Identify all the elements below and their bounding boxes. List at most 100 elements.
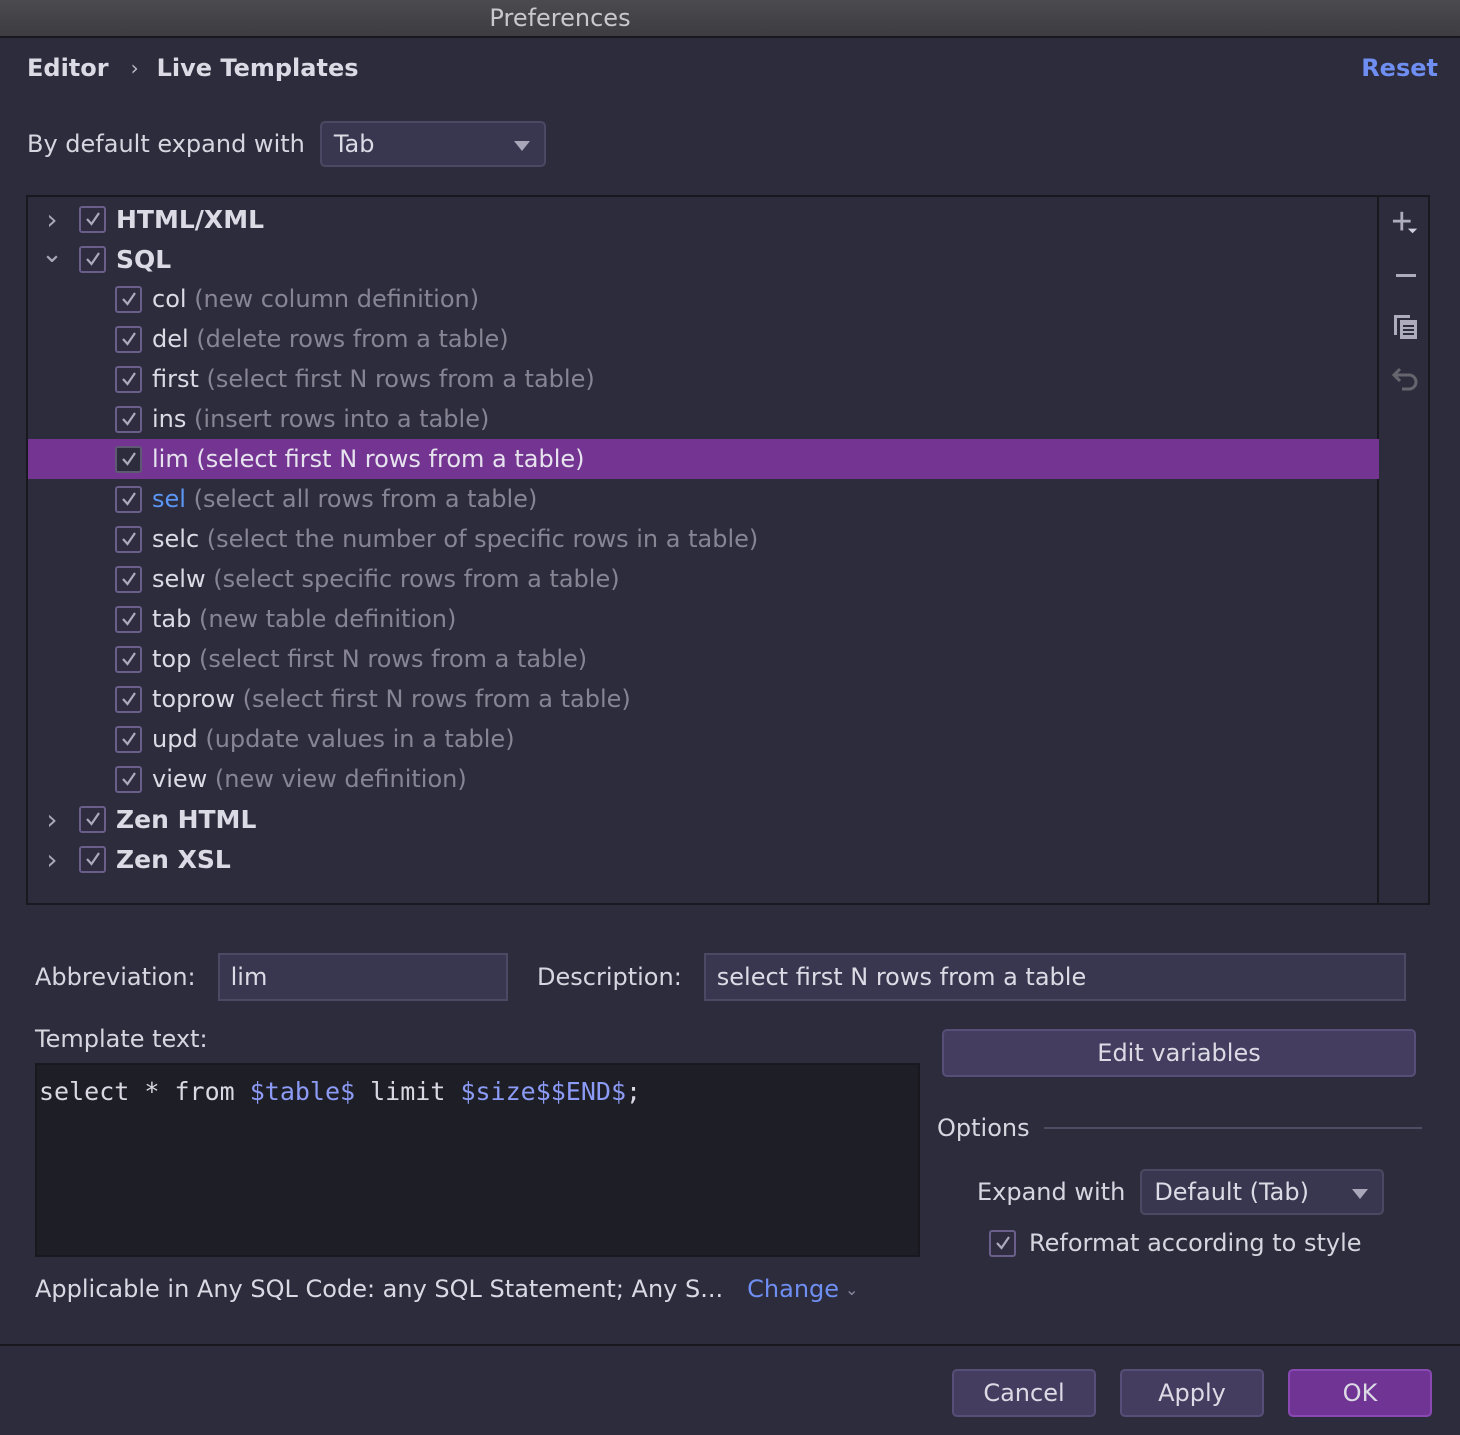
template-item-row[interactable]: selw (select specific rows from a table) [28, 559, 1379, 599]
template-checkbox[interactable] [115, 325, 142, 353]
template-checkbox[interactable] [115, 525, 142, 553]
template-description: (select all rows from a table) [193, 485, 538, 513]
template-checkbox[interactable] [115, 405, 142, 433]
template-checkbox[interactable] [115, 365, 142, 393]
template-item-row[interactable]: lim (select first N rows from a table) [28, 439, 1379, 479]
reformat-checkbox[interactable] [989, 1229, 1016, 1257]
template-item-row[interactable]: del (delete rows from a table) [28, 319, 1379, 359]
description-input[interactable]: select first N rows from a table [703, 953, 1406, 1001]
window-title: Preferences [489, 4, 631, 32]
group-checkbox[interactable] [79, 245, 106, 273]
template-text-label: Template text: [35, 1025, 208, 1053]
template-item-text: top (select first N rows from a table) [152, 645, 587, 673]
code-text: ; [626, 1077, 642, 1106]
template-abbreviation: first [152, 365, 199, 393]
description-row: Description: select first N rows from a … [537, 953, 1406, 1001]
template-item-text: toprow (select first N rows from a table… [152, 685, 631, 713]
template-item-row[interactable]: ins (insert rows into a table) [28, 399, 1379, 439]
template-item-text: col (new column definition) [152, 285, 479, 313]
description-label: Description: [537, 963, 682, 991]
template-item-row[interactable]: toprow (select first N rows from a table… [28, 679, 1379, 719]
template-item-row[interactable]: tab (new table definition) [28, 599, 1379, 639]
template-item-row[interactable]: first (select first N rows from a table) [28, 359, 1379, 399]
template-abbreviation: upd [152, 725, 198, 753]
chevron-right-icon[interactable]: › [42, 803, 62, 836]
remove-icon[interactable] [1392, 261, 1420, 289]
template-checkbox[interactable] [115, 445, 142, 473]
window-titlebar: Preferences [0, 0, 1460, 38]
chevron-right-icon[interactable]: › [42, 843, 62, 876]
edit-variables-button[interactable]: Edit variables [942, 1029, 1416, 1077]
template-description: (insert rows into a table) [194, 405, 490, 433]
template-description: (select the number of specific rows in a… [206, 525, 759, 553]
template-checkbox[interactable] [115, 645, 142, 673]
default-expand-value: Tab [333, 130, 375, 158]
reset-link[interactable]: Reset [1361, 54, 1438, 82]
expand-with-select[interactable]: Default (Tab) [1140, 1169, 1385, 1215]
expand-with-row: Expand with Default (Tab) [977, 1169, 1385, 1215]
abbreviation-label: Abbreviation: [35, 963, 196, 991]
default-expand-label: By default expand with [27, 130, 305, 158]
tree-group-row[interactable]: › Zen HTML [28, 799, 1379, 839]
template-item-text: selc (select the number of specific rows… [152, 525, 758, 553]
template-description: (delete rows from a table) [196, 325, 509, 353]
options-divider [1043, 1127, 1422, 1129]
template-item-row[interactable]: upd (update values in a table) [28, 719, 1379, 759]
template-item-text: view (new view definition) [152, 765, 467, 793]
template-description: (select specific rows from a table) [213, 565, 620, 593]
template-checkbox[interactable] [115, 725, 142, 753]
template-abbreviation: sel [152, 485, 186, 513]
template-checkbox[interactable] [115, 485, 142, 513]
templates-panel: › HTML/XML ⌄ SQL col (new column definition)… [26, 195, 1430, 905]
template-checkbox[interactable] [115, 605, 142, 633]
chevron-down-icon: ⌄ [845, 1279, 859, 1299]
tree-group-row[interactable]: › Zen XSL [28, 839, 1379, 879]
template-checkbox[interactable] [115, 565, 142, 593]
abbreviation-input[interactable]: lim [217, 953, 508, 1001]
template-item-row[interactable]: view (new view definition) [28, 759, 1379, 799]
breadcrumb-current: Live Templates [156, 54, 359, 82]
group-checkbox[interactable] [79, 845, 106, 873]
restore-icon[interactable] [1392, 365, 1420, 393]
tree-toolbar [1381, 197, 1430, 903]
template-description: (select first N rows from a table) [242, 685, 631, 713]
templates-tree[interactable]: › HTML/XML ⌄ SQL col (new column definition)… [28, 197, 1379, 903]
applicable-text: Applicable in Any SQL Code: any SQL Stat… [35, 1275, 724, 1303]
template-abbreviation: ins [152, 405, 187, 433]
template-item-row[interactable]: col (new column definition) [28, 279, 1379, 319]
template-abbreviation: del [152, 325, 189, 353]
template-item-row[interactable]: top (select first N rows from a table) [28, 639, 1379, 679]
default-expand-select[interactable]: Tab [319, 121, 546, 167]
group-checkbox[interactable] [79, 805, 106, 833]
add-icon[interactable] [1392, 209, 1420, 237]
change-contexts-link[interactable]: Change [747, 1275, 839, 1303]
tree-group-row[interactable]: ⌄ SQL [28, 239, 1379, 279]
chevron-right-icon[interactable]: › [42, 203, 62, 236]
template-abbreviation: top [152, 645, 192, 673]
template-description: (new table definition) [199, 605, 457, 633]
template-abbreviation: lim [152, 445, 189, 473]
template-abbreviation: selc [152, 525, 200, 553]
group-name: Zen XSL [116, 844, 231, 874]
template-item-text: upd (update values in a table) [152, 725, 515, 753]
group-name: SQL [116, 244, 172, 274]
tree-group-row[interactable]: › HTML/XML [28, 199, 1379, 239]
template-description: (select first N rows from a table) [198, 645, 588, 673]
default-expand-row: By default expand with Tab [27, 121, 546, 167]
template-checkbox[interactable] [115, 685, 142, 713]
template-item-row[interactable]: selc (select the number of specific rows… [28, 519, 1379, 559]
template-abbreviation: col [152, 285, 187, 313]
template-description: (update values in a table) [205, 725, 515, 753]
template-checkbox[interactable] [115, 765, 142, 793]
copy-icon[interactable] [1392, 313, 1420, 341]
apply-button[interactable]: Apply [1120, 1369, 1264, 1417]
breadcrumb-parent[interactable]: Editor [27, 54, 109, 82]
cancel-button[interactable]: Cancel [952, 1369, 1096, 1417]
template-text-editor[interactable]: select * from $table$ limit $size$$END$; [35, 1063, 920, 1257]
group-checkbox[interactable] [79, 205, 106, 233]
chevron-down-icon[interactable]: ⌄ [41, 239, 63, 269]
template-checkbox[interactable] [115, 285, 142, 313]
template-abbreviation: tab [152, 605, 192, 633]
ok-button[interactable]: OK [1288, 1369, 1432, 1417]
template-item-row[interactable]: sel (select all rows from a table) [28, 479, 1379, 519]
